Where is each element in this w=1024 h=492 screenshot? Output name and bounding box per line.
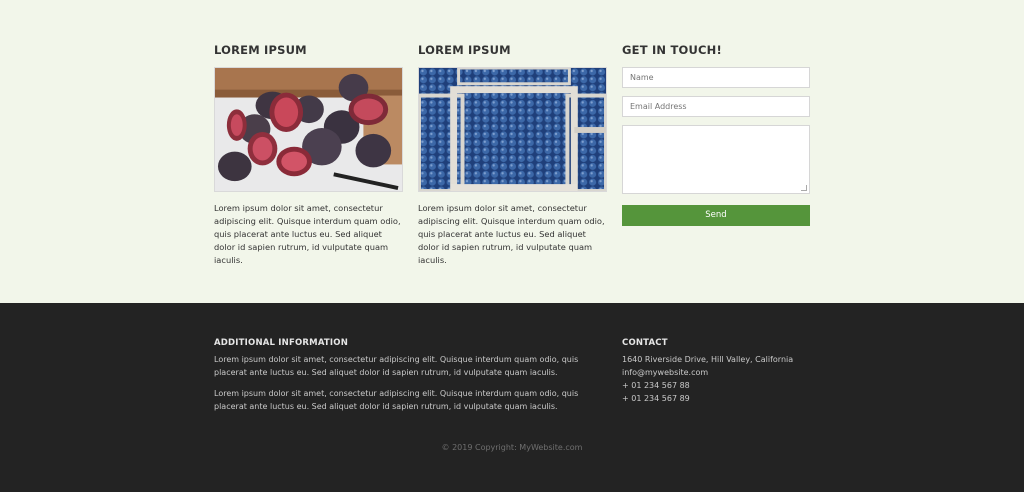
info-paragraph: Lorem ipsum dolor sit amet, consectetur … [214, 389, 579, 411]
contact-form-heading: GET IN TOUCH! [622, 43, 722, 57]
feature-column-2: LOREM IPSUM Lorem ipsum dolor sit amet, … [418, 42, 607, 267]
column-heading: LOREM IPSUM [418, 43, 511, 57]
resize-handle-icon[interactable] [801, 185, 807, 191]
column-heading: LOREM IPSUM [214, 43, 307, 57]
send-button[interactable]: Send [622, 205, 810, 226]
blueberries-photo [418, 67, 607, 192]
contact-heading: CONTACT [622, 338, 668, 348]
info-paragraph: Lorem ipsum dolor sit amet, consectetur … [214, 355, 579, 377]
contact-info: CONTACT 1640 Riverside Drive, Hill Valle… [622, 337, 822, 405]
content-section: LOREM IPSUM Lorem ipsum dolor sit amet, … [0, 0, 1024, 303]
message-textarea[interactable] [622, 125, 810, 194]
email-input[interactable] [622, 96, 810, 117]
contact-address: 1640 Riverside Drive, Hill Valley, Calif… [622, 355, 794, 364]
additional-information-heading: ADDITIONAL INFORMATION [214, 338, 349, 348]
column-description: Lorem ipsum dolor sit amet, consectetur … [418, 203, 605, 265]
contact-phone: + 01 234 567 88 [622, 381, 690, 390]
contact-email: info@mywebsite.com [622, 368, 709, 377]
feature-column-1: LOREM IPSUM Lorem ipsum dolor sit amet, … [214, 42, 403, 267]
contact-phone: + 01 234 567 89 [622, 394, 690, 403]
figs-photo [214, 67, 403, 192]
footer: ADDITIONAL INFORMATION Lorem ipsum dolor… [0, 303, 1024, 492]
name-input[interactable] [622, 67, 810, 88]
contact-form: GET IN TOUCH! Send [622, 42, 810, 226]
additional-information: ADDITIONAL INFORMATION Lorem ipsum dolor… [214, 337, 599, 413]
column-description: Lorem ipsum dolor sit amet, consectetur … [214, 203, 401, 265]
copyright: © 2019 Copyright: MyWebsite.com [441, 443, 583, 452]
